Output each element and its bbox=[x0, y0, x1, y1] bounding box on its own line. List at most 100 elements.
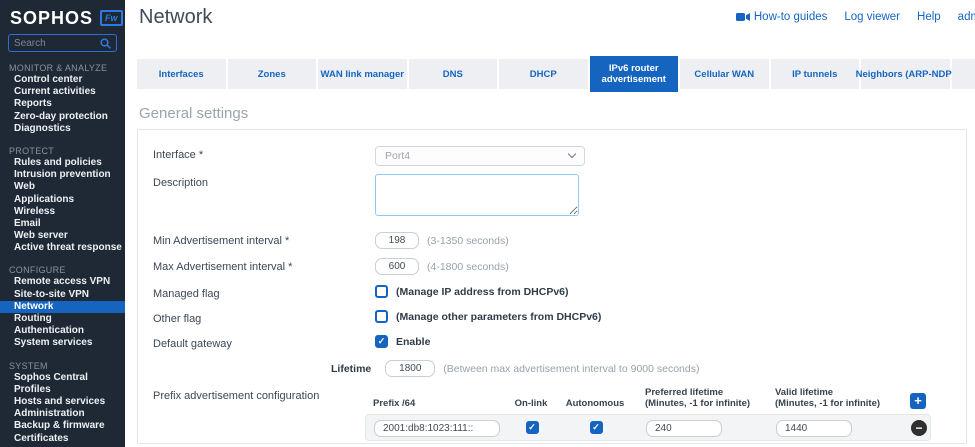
prefix-table-header: Prefix /64 On-link Autonomous Preferred … bbox=[365, 387, 931, 409]
remove-prefix-button[interactable] bbox=[911, 420, 927, 436]
preferred-lifetime-input[interactable] bbox=[646, 420, 722, 437]
sidebar-item-web[interactable]: Web bbox=[0, 181, 125, 193]
sidebar-section-protect: PROTECT bbox=[0, 145, 125, 157]
app-window: SOPHOS Fw MONITOR & ANALYZE Control cent… bbox=[0, 0, 975, 447]
managed-flag-caption: (Manage IP address from DHCPv6) bbox=[396, 286, 569, 298]
sidebar-item-network[interactable]: Network bbox=[0, 301, 125, 313]
column-on-link: On-link bbox=[505, 398, 557, 409]
search-box[interactable] bbox=[8, 34, 117, 52]
interface-label: Interface * bbox=[153, 146, 375, 161]
sidebar-item-control-center[interactable]: Control center bbox=[0, 74, 125, 86]
how-to-guides-link[interactable]: How-to guides bbox=[736, 11, 828, 23]
help-link[interactable]: Help bbox=[917, 11, 941, 23]
lifetime-label: Lifetime bbox=[331, 363, 371, 375]
general-settings-heading: General settings bbox=[139, 105, 975, 122]
lifetime-input[interactable] bbox=[385, 360, 435, 377]
tab-dhcp[interactable]: DHCP bbox=[499, 59, 588, 89]
tab-neighbors-arp-ndp[interactable]: Neighbors (ARP-NDP) bbox=[861, 59, 950, 89]
sidebar-item-hosts-and-services[interactable]: Hosts and services bbox=[0, 396, 125, 408]
other-flag-row: Other flag (Manage other parameters from… bbox=[153, 310, 966, 325]
sidebar-section-system: SYSTEM bbox=[0, 360, 125, 372]
sidebar-item-zero-day-protection[interactable]: Zero-day protection bbox=[0, 111, 125, 123]
managed-flag-checkbox[interactable] bbox=[375, 285, 388, 298]
default-gateway-caption: Enable bbox=[396, 336, 430, 348]
column-valid-lifetime: Valid lifetime (Minutes, -1 for infinite… bbox=[763, 387, 893, 409]
chevron-down-icon bbox=[568, 150, 576, 158]
tab-wan-link-manager[interactable]: WAN link manager bbox=[318, 59, 407, 89]
prefix-input[interactable] bbox=[374, 420, 500, 437]
prefix-config-row: Prefix advertisement configuration Prefi… bbox=[153, 387, 966, 441]
sophos-logo: SOPHOS bbox=[10, 8, 93, 29]
sidebar-item-remote-access-vpn[interactable]: Remote access VPN bbox=[0, 276, 125, 288]
tab-ip-tunnels[interactable]: IP tunnels bbox=[771, 59, 860, 89]
min-interval-row: Min Advertisement interval * (3-1350 sec… bbox=[153, 232, 966, 249]
max-interval-input[interactable] bbox=[375, 258, 419, 275]
default-gateway-row: Default gateway Enable bbox=[153, 335, 966, 350]
sidebar-item-routing[interactable]: Routing bbox=[0, 313, 125, 325]
sidebar-item-email[interactable]: Email bbox=[0, 218, 125, 230]
min-interval-hint: (3-1350 seconds) bbox=[427, 235, 509, 247]
min-interval-label: Min Advertisement interval * bbox=[153, 232, 375, 247]
log-viewer-link[interactable]: Log viewer bbox=[844, 11, 900, 23]
add-prefix-button[interactable] bbox=[910, 393, 926, 409]
min-interval-input[interactable] bbox=[375, 232, 419, 249]
description-label: Description bbox=[153, 174, 375, 189]
default-gateway-label: Default gateway bbox=[153, 335, 375, 350]
description-textarea[interactable] bbox=[375, 174, 579, 216]
sidebar-item-reports[interactable]: Reports bbox=[0, 98, 125, 110]
default-gateway-checkbox[interactable] bbox=[375, 335, 388, 348]
search-icon[interactable] bbox=[100, 38, 111, 49]
autonomous-checkbox[interactable] bbox=[590, 421, 603, 434]
lifetime-hint: (Between max advertisement interval to 9… bbox=[443, 363, 699, 375]
tab-ipv6-router-advertisement[interactable]: IPv6 router advertisement bbox=[590, 56, 679, 92]
prefix-table: Prefix /64 On-link Autonomous Preferred … bbox=[365, 387, 931, 441]
sidebar-item-web-server[interactable]: Web server bbox=[0, 230, 125, 242]
sidebar-item-applications[interactable]: Applications bbox=[0, 194, 125, 206]
other-flag-checkbox[interactable] bbox=[375, 310, 388, 323]
interface-row: Interface * Port4 bbox=[153, 146, 966, 166]
prefix-table-row bbox=[365, 414, 931, 441]
tab-zones[interactable]: Zones bbox=[228, 59, 317, 89]
column-autonomous: Autonomous bbox=[557, 398, 633, 409]
max-interval-row: Max Advertisement interval * (4-1800 sec… bbox=[153, 258, 966, 275]
logo[interactable]: SOPHOS Fw bbox=[0, 0, 125, 28]
sidebar-item-authentication[interactable]: Authentication bbox=[0, 325, 125, 337]
description-row: Description bbox=[153, 174, 966, 216]
video-camera-icon bbox=[736, 12, 750, 22]
interface-select-value: Port4 bbox=[385, 150, 410, 162]
sidebar-item-active-threat-response[interactable]: Active threat response bbox=[0, 242, 125, 254]
valid-lifetime-input[interactable] bbox=[776, 420, 852, 437]
tab-overflow[interactable] bbox=[952, 59, 975, 89]
column-preferred-lifetime: Preferred lifetime (Minutes, -1 for infi… bbox=[633, 387, 763, 409]
interface-select[interactable]: Port4 bbox=[375, 146, 585, 166]
sidebar-item-site-to-site-vpn[interactable]: Site-to-site VPN bbox=[0, 289, 125, 301]
firewall-badge: Fw bbox=[100, 10, 123, 26]
sidebar-item-intrusion-prevention[interactable]: Intrusion prevention bbox=[0, 169, 125, 181]
sidebar-item-current-activities[interactable]: Current activities bbox=[0, 86, 125, 98]
other-flag-label: Other flag bbox=[153, 310, 375, 325]
tab-dns[interactable]: DNS bbox=[409, 59, 498, 89]
sidebar-item-wireless[interactable]: Wireless bbox=[0, 206, 125, 218]
other-flag-caption: (Manage other parameters from DHCPv6) bbox=[396, 311, 601, 323]
sidebar-item-administration[interactable]: Administration bbox=[0, 408, 125, 420]
sidebar-item-diagnostics[interactable]: Diagnostics bbox=[0, 123, 125, 135]
max-interval-hint: (4-1800 seconds) bbox=[427, 261, 509, 273]
general-settings-panel: Interface * Port4 Description Min Advert… bbox=[137, 129, 967, 444]
sidebar-item-backup-firmware[interactable]: Backup & firmware bbox=[0, 420, 125, 432]
column-prefix-64: Prefix /64 bbox=[365, 398, 505, 409]
managed-flag-label: Managed flag bbox=[153, 285, 375, 300]
max-interval-label: Max Advertisement interval * bbox=[153, 258, 375, 273]
admin-menu[interactable]: admin bbox=[958, 11, 975, 23]
prefix-config-label: Prefix advertisement configuration bbox=[153, 387, 365, 402]
sidebar-item-certificates[interactable]: Certificates bbox=[0, 433, 125, 445]
tab-interfaces[interactable]: Interfaces bbox=[137, 59, 226, 89]
on-link-checkbox[interactable] bbox=[526, 421, 539, 434]
sidebar-item-system-services[interactable]: System services bbox=[0, 337, 125, 349]
search-input[interactable] bbox=[14, 38, 100, 49]
tab-bar: Interfaces Zones WAN link manager DNS DH… bbox=[137, 56, 975, 92]
tab-cellular-wan[interactable]: Cellular WAN bbox=[680, 59, 769, 89]
sidebar-item-sophos-central[interactable]: Sophos Central bbox=[0, 372, 125, 384]
sidebar-item-rules-and-policies[interactable]: Rules and policies bbox=[0, 157, 125, 169]
sidebar-item-profiles[interactable]: Profiles bbox=[0, 384, 125, 396]
managed-flag-row: Managed flag (Manage IP address from DHC… bbox=[153, 285, 966, 300]
